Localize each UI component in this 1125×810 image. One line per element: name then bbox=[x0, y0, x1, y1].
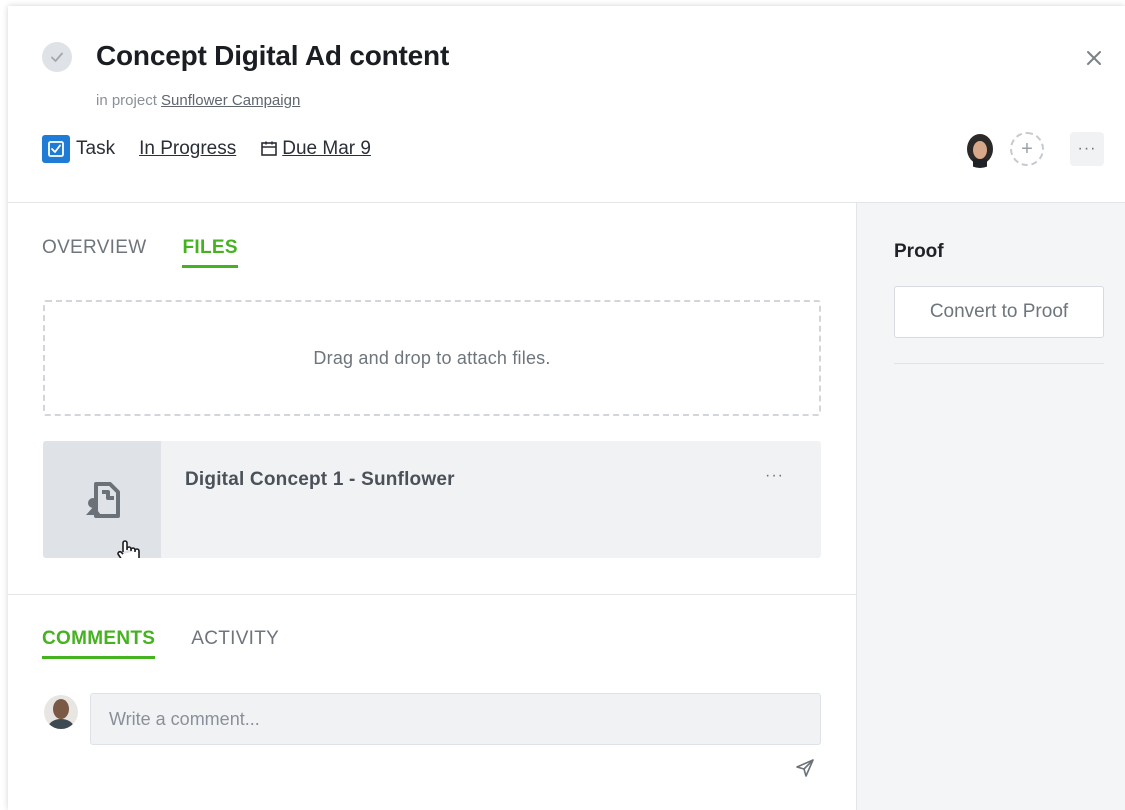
section-divider bbox=[8, 594, 856, 595]
tab-comments[interactable]: COMMENTS bbox=[42, 628, 156, 659]
task-header: Concept Digital Ad content in project Su… bbox=[8, 6, 1125, 203]
tab-files[interactable]: FILES bbox=[182, 237, 238, 268]
file-dropzone[interactable]: Drag and drop to attach files. bbox=[43, 300, 821, 416]
hand-cursor-icon bbox=[115, 539, 141, 558]
status-link[interactable]: In Progress bbox=[139, 138, 236, 160]
add-follower-button[interactable]: + bbox=[1010, 132, 1044, 166]
image-file-icon bbox=[86, 481, 120, 518]
tab-overview[interactable]: OVERVIEW bbox=[42, 237, 146, 268]
main-content: OVERVIEW FILES Drag and drop to attach f… bbox=[8, 203, 857, 810]
task-type-icon bbox=[42, 135, 70, 163]
file-name[interactable]: Digital Concept 1 - Sunflower bbox=[185, 469, 455, 491]
file-item[interactable]: Digital Concept 1 - Sunflower ··· bbox=[43, 441, 821, 558]
due-date-link[interactable]: Due Mar 9 bbox=[260, 138, 371, 160]
complete-checkmark-icon[interactable] bbox=[42, 42, 72, 72]
calendar-icon bbox=[261, 141, 278, 156]
task-title[interactable]: Concept Digital Ad content bbox=[96, 40, 449, 72]
task-type-label: Task bbox=[76, 138, 116, 159]
project-link[interactable]: Sunflower Campaign bbox=[161, 92, 300, 109]
more-options-button[interactable]: ··· bbox=[1070, 132, 1104, 166]
assignee-avatar[interactable] bbox=[962, 132, 998, 168]
project-prefix: in project bbox=[96, 92, 157, 109]
task-detail-panel: Concept Digital Ad content in project Su… bbox=[8, 6, 1125, 810]
due-date-label: Due Mar 9 bbox=[282, 138, 371, 159]
file-thumbnail[interactable] bbox=[43, 441, 161, 558]
dropzone-text: Drag and drop to attach files. bbox=[313, 347, 551, 368]
file-more-button[interactable]: ··· bbox=[765, 467, 784, 485]
task-meta-row: Task In Progress Due Mar 9 bbox=[42, 134, 371, 164]
send-icon[interactable] bbox=[794, 757, 816, 779]
proof-sidebar: Proof Convert to Proof bbox=[857, 203, 1125, 810]
project-line: in project Sunflower Campaign bbox=[96, 92, 300, 109]
content-tabs: OVERVIEW FILES bbox=[42, 237, 274, 268]
close-icon[interactable] bbox=[1082, 46, 1106, 70]
sidebar-divider bbox=[894, 363, 1104, 364]
convert-to-proof-button[interactable]: Convert to Proof bbox=[894, 286, 1104, 338]
current-user-avatar bbox=[44, 695, 78, 729]
tab-activity[interactable]: ACTIVITY bbox=[191, 628, 279, 659]
comment-tabs: COMMENTS ACTIVITY bbox=[42, 628, 315, 659]
proof-title: Proof bbox=[894, 241, 944, 262]
comment-input[interactable] bbox=[90, 693, 821, 745]
